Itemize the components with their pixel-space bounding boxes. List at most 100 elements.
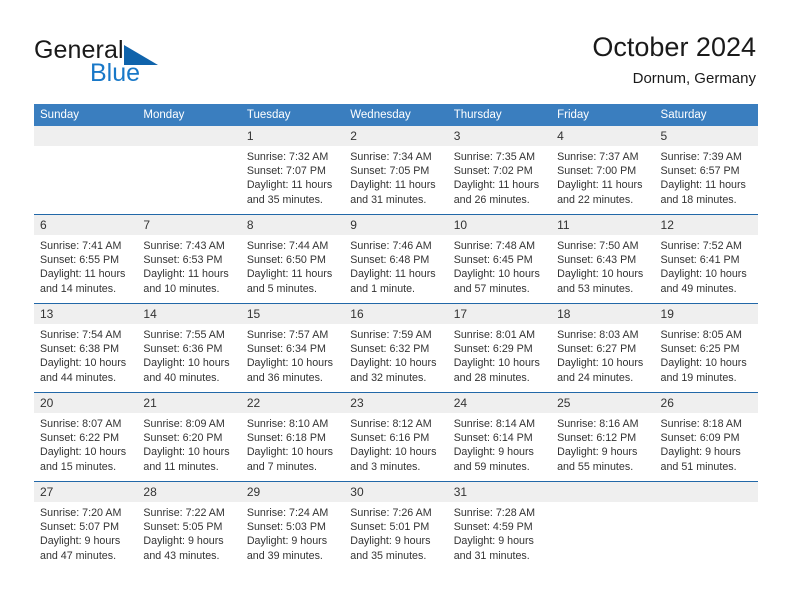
calendar-day-cell[interactable]: 26 Sunrise: 8:18 AM Sunset: 6:09 PM Dayligh… [654, 392, 758, 482]
calendar-day-cell[interactable]: 28 Sunrise: 7:22 AM Sunset: 5:05 PM Dayligh… [137, 481, 241, 570]
daylight-text: Daylight: 10 hours and 11 minutes. [143, 446, 230, 473]
calendar-day-cell[interactable]: 12 Sunrise: 7:52 AM Sunset: 6:41 PM Dayligh… [654, 214, 758, 304]
day-details: Sunrise: 7:34 AM Sunset: 7:05 PM Daylight:… [344, 146, 447, 214]
calendar-day-cell[interactable]: 31 Sunrise: 7:28 AM Sunset: 4:59 PM Dayligh… [447, 481, 552, 570]
calendar-day-cell[interactable]: 6 Sunrise: 7:41 AM Sunset: 6:55 PM Daylight… [34, 214, 138, 304]
daylight-text: Daylight: 11 hours and 35 minutes. [246, 179, 333, 206]
calendar-day-cell[interactable]: 1 Sunrise: 7:32 AM Sunset: 7:07 PM Daylight… [240, 126, 345, 215]
calendar-day-cell[interactable]: 13 Sunrise: 7:54 AM Sunset: 6:38 PM Dayligh… [34, 303, 138, 393]
day-number: 24 [447, 393, 552, 413]
day-details: Sunrise: 7:28 AM Sunset: 4:59 PM Daylight:… [448, 502, 551, 570]
calendar-grid: Sunday Monday Tuesday Wednesday Thursday… [34, 104, 758, 570]
daylight-text: Daylight: 11 hours and 31 minutes. [350, 179, 436, 206]
calendar-day-cell[interactable]: 14 Sunrise: 7:55 AM Sunset: 6:36 PM Dayligh… [137, 303, 241, 393]
sunrise-text: Sunrise: 7:24 AM [246, 507, 329, 519]
daylight-text: Daylight: 10 hours and 32 minutes. [350, 357, 437, 384]
calendar-day-cell[interactable]: 11 Sunrise: 7:50 AM Sunset: 6:43 PM Dayligh… [551, 214, 655, 304]
daylight-text: Daylight: 9 hours and 47 minutes. [40, 535, 121, 562]
sunset-text: Sunset: 6:32 PM [350, 343, 430, 356]
sunset-text: Sunset: 7:00 PM [557, 165, 637, 178]
calendar-day-cell[interactable]: 3 Sunrise: 7:35 AM Sunset: 7:02 PM Daylight… [447, 126, 552, 215]
day-details [655, 502, 758, 570]
day-number: 12 [654, 215, 758, 235]
sunrise-text: Sunrise: 7:26 AM [350, 507, 432, 519]
daylight-text: Daylight: 10 hours and 57 minutes. [453, 268, 540, 295]
day-details: Sunrise: 8:18 AM Sunset: 6:09 PM Daylight:… [655, 413, 758, 481]
calendar-day-cell[interactable]: 19 Sunrise: 8:05 AM Sunset: 6:25 PM Dayligh… [654, 303, 758, 393]
brand-logo[interactable]: General Blue [34, 36, 224, 88]
calendar-day-cell[interactable]: 9 Sunrise: 7:46 AM Sunset: 6:48 PM Daylight… [344, 214, 448, 304]
sunset-text: Sunset: 6:34 PM [246, 343, 326, 356]
daylight-text: Daylight: 9 hours and 43 minutes. [143, 535, 224, 562]
sunrise-text: Sunrise: 8:14 AM [453, 418, 536, 430]
sunrise-text: Sunrise: 7:50 AM [557, 240, 639, 252]
day-details [137, 146, 240, 214]
day-details: Sunrise: 7:48 AM Sunset: 6:45 PM Daylight:… [448, 235, 551, 303]
calendar-day-cell[interactable]: 27 Sunrise: 7:20 AM Sunset: 5:07 PM Dayligh… [34, 481, 138, 570]
calendar-day-cell[interactable]: 20 Sunrise: 8:07 AM Sunset: 6:22 PM Dayligh… [34, 392, 138, 482]
calendar-day-cell[interactable]: 10 Sunrise: 7:48 AM Sunset: 6:45 PM Dayligh… [447, 214, 552, 304]
day-details: Sunrise: 8:09 AM Sunset: 6:20 PM Daylight:… [137, 413, 240, 481]
sunrise-text: Sunrise: 7:54 AM [40, 329, 122, 341]
calendar-day-cell[interactable]: 17 Sunrise: 8:01 AM Sunset: 6:29 PM Dayligh… [447, 303, 552, 393]
sunrise-text: Sunrise: 8:12 AM [350, 418, 432, 430]
day-details: Sunrise: 8:14 AM Sunset: 6:14 PM Daylight:… [448, 413, 551, 481]
daylight-text: Daylight: 9 hours and 39 minutes. [246, 535, 328, 562]
sunrise-text: Sunrise: 8:09 AM [143, 418, 225, 430]
sunset-text: Sunset: 7:02 PM [453, 165, 533, 178]
calendar-day-cell[interactable]: 16 Sunrise: 7:59 AM Sunset: 6:32 PM Dayligh… [344, 303, 448, 393]
daylight-text: Daylight: 11 hours and 5 minutes. [246, 268, 333, 295]
page-header: General Blue October 2024 Dornum, German… [0, 0, 792, 104]
sunrise-text: Sunrise: 7:59 AM [350, 329, 432, 341]
weekday-header-tuesday: Tuesday [240, 104, 345, 126]
day-number: 16 [344, 304, 448, 324]
day-details: Sunrise: 7:46 AM Sunset: 6:48 PM Daylight:… [344, 235, 447, 303]
calendar-day-cell[interactable]: 24 Sunrise: 8:14 AM Sunset: 6:14 PM Dayligh… [447, 392, 552, 482]
calendar-day-cell[interactable]: 29 Sunrise: 7:24 AM Sunset: 5:03 PM Dayligh… [240, 481, 345, 570]
day-number [654, 482, 758, 502]
daylight-text: Daylight: 10 hours and 7 minutes. [246, 446, 333, 473]
sunrise-text: Sunrise: 8:03 AM [557, 329, 639, 341]
calendar-day-cell[interactable]: 2 Sunrise: 7:34 AM Sunset: 7:05 PM Daylight… [344, 126, 448, 215]
daylight-text: Daylight: 10 hours and 15 minutes. [40, 446, 127, 473]
daylight-text: Daylight: 10 hours and 19 minutes. [660, 357, 747, 384]
calendar-day-cell[interactable]: 7 Sunrise: 7:43 AM Sunset: 6:53 PM Daylight… [137, 214, 241, 304]
day-number: 26 [654, 393, 758, 413]
daylight-text: Daylight: 10 hours and 28 minutes. [453, 357, 540, 384]
daylight-text: Daylight: 9 hours and 35 minutes. [350, 535, 431, 562]
calendar-day-cell[interactable]: 4 Sunrise: 7:37 AM Sunset: 7:00 PM Daylight… [551, 126, 655, 215]
day-number [137, 126, 241, 146]
sunrise-text: Sunrise: 7:41 AM [40, 240, 122, 252]
calendar-day-cell-empty [34, 126, 138, 215]
weekday-header-saturday: Saturday [654, 104, 758, 126]
calendar-day-cell[interactable]: 23 Sunrise: 8:12 AM Sunset: 6:16 PM Dayligh… [344, 392, 448, 482]
calendar-body: 1 Sunrise: 7:32 AM Sunset: 7:07 PM Daylight… [34, 126, 758, 570]
sunrise-text: Sunrise: 7:39 AM [660, 151, 742, 163]
sunset-text: Sunset: 6:16 PM [350, 432, 430, 445]
calendar-day-cell[interactable]: 21 Sunrise: 8:09 AM Sunset: 6:20 PM Dayligh… [137, 392, 241, 482]
daylight-text: Daylight: 9 hours and 59 minutes. [453, 446, 534, 473]
sunset-text: Sunset: 6:41 PM [660, 254, 740, 267]
sunrise-text: Sunrise: 7:55 AM [143, 329, 225, 341]
calendar-day-cell[interactable]: 5 Sunrise: 7:39 AM Sunset: 6:57 PM Daylight… [654, 126, 758, 215]
day-details: Sunrise: 7:22 AM Sunset: 5:05 PM Daylight:… [137, 502, 240, 570]
calendar-day-cell[interactable]: 22 Sunrise: 8:10 AM Sunset: 6:18 PM Dayligh… [240, 392, 345, 482]
sunset-text: Sunset: 6:12 PM [557, 432, 637, 445]
sunset-text: Sunset: 6:57 PM [660, 165, 740, 178]
sunset-text: Sunset: 6:38 PM [40, 343, 120, 356]
calendar-day-cell[interactable]: 8 Sunrise: 7:44 AM Sunset: 6:50 PM Daylight… [240, 214, 345, 304]
sunrise-text: Sunrise: 7:44 AM [246, 240, 329, 252]
day-number: 20 [34, 393, 138, 413]
weekday-header-thursday: Thursday [447, 104, 552, 126]
day-details: Sunrise: 7:39 AM Sunset: 6:57 PM Daylight:… [655, 146, 758, 214]
calendar-day-cell[interactable]: 15 Sunrise: 7:57 AM Sunset: 6:34 PM Dayligh… [240, 303, 345, 393]
calendar-day-cell[interactable]: 30 Sunrise: 7:26 AM Sunset: 5:01 PM Dayligh… [344, 481, 448, 570]
sunrise-text: Sunrise: 7:52 AM [660, 240, 742, 252]
day-number: 3 [447, 126, 552, 146]
calendar-day-cell[interactable]: 18 Sunrise: 8:03 AM Sunset: 6:27 PM Dayligh… [551, 303, 655, 393]
sunrise-text: Sunrise: 8:10 AM [246, 418, 329, 430]
day-number: 22 [240, 393, 345, 413]
sunset-text: Sunset: 6:22 PM [40, 432, 120, 445]
sunrise-text: Sunrise: 7:48 AM [453, 240, 536, 252]
calendar-day-cell[interactable]: 25 Sunrise: 8:16 AM Sunset: 6:12 PM Dayligh… [551, 392, 655, 482]
